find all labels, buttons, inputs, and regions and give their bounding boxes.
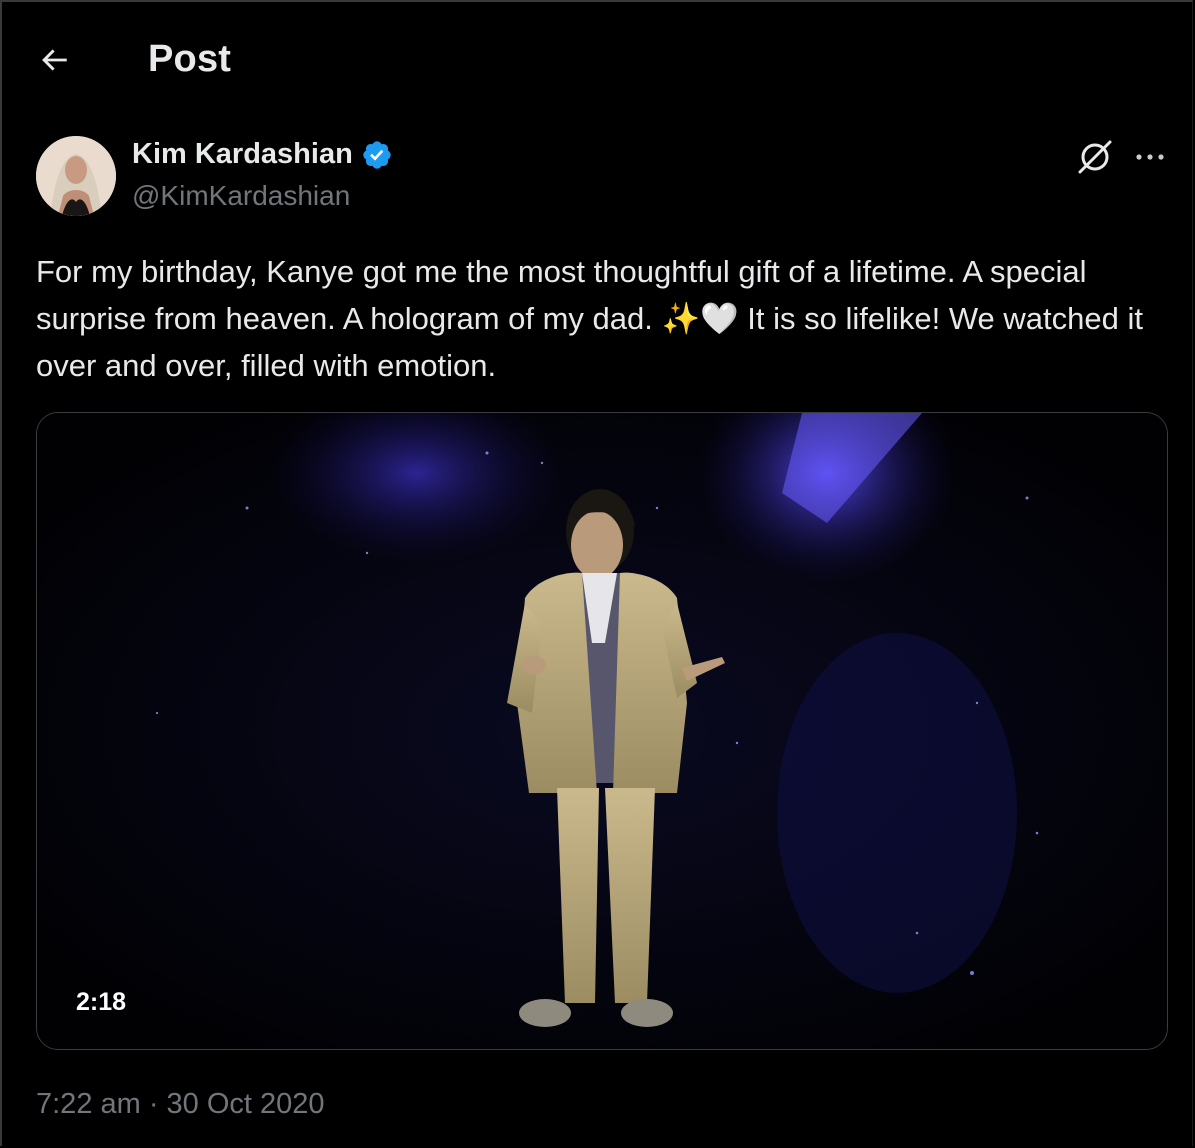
author-name[interactable]: Kim Kardashian (132, 138, 353, 171)
author-name-row[interactable]: Kim Kardashian (132, 138, 393, 171)
post-timestamp[interactable]: 7:22 am · 30 Oct 2020 (36, 1088, 325, 1121)
arrow-left-icon (42, 49, 67, 71)
page-title: Post (148, 38, 232, 80)
window-frame: Post Kim Kardashian @KimKardashian For m… (0, 0, 1193, 1146)
post-text: For my birthday, Kanye got me the most t… (36, 254, 1152, 383)
grok-icon[interactable] (1074, 136, 1116, 178)
header: Post (2, 2, 1192, 118)
more-icon[interactable] (1130, 140, 1170, 174)
avatar-image (36, 136, 116, 216)
author-handle[interactable]: @KimKardashian (132, 180, 350, 212)
back-button[interactable] (24, 30, 84, 90)
video-thumbnail (37, 413, 1167, 1049)
video-duration: 2:18 (76, 988, 127, 1016)
avatar[interactable] (36, 136, 116, 216)
video-player[interactable] (36, 412, 1168, 1050)
verified-badge-icon[interactable] (361, 139, 393, 171)
